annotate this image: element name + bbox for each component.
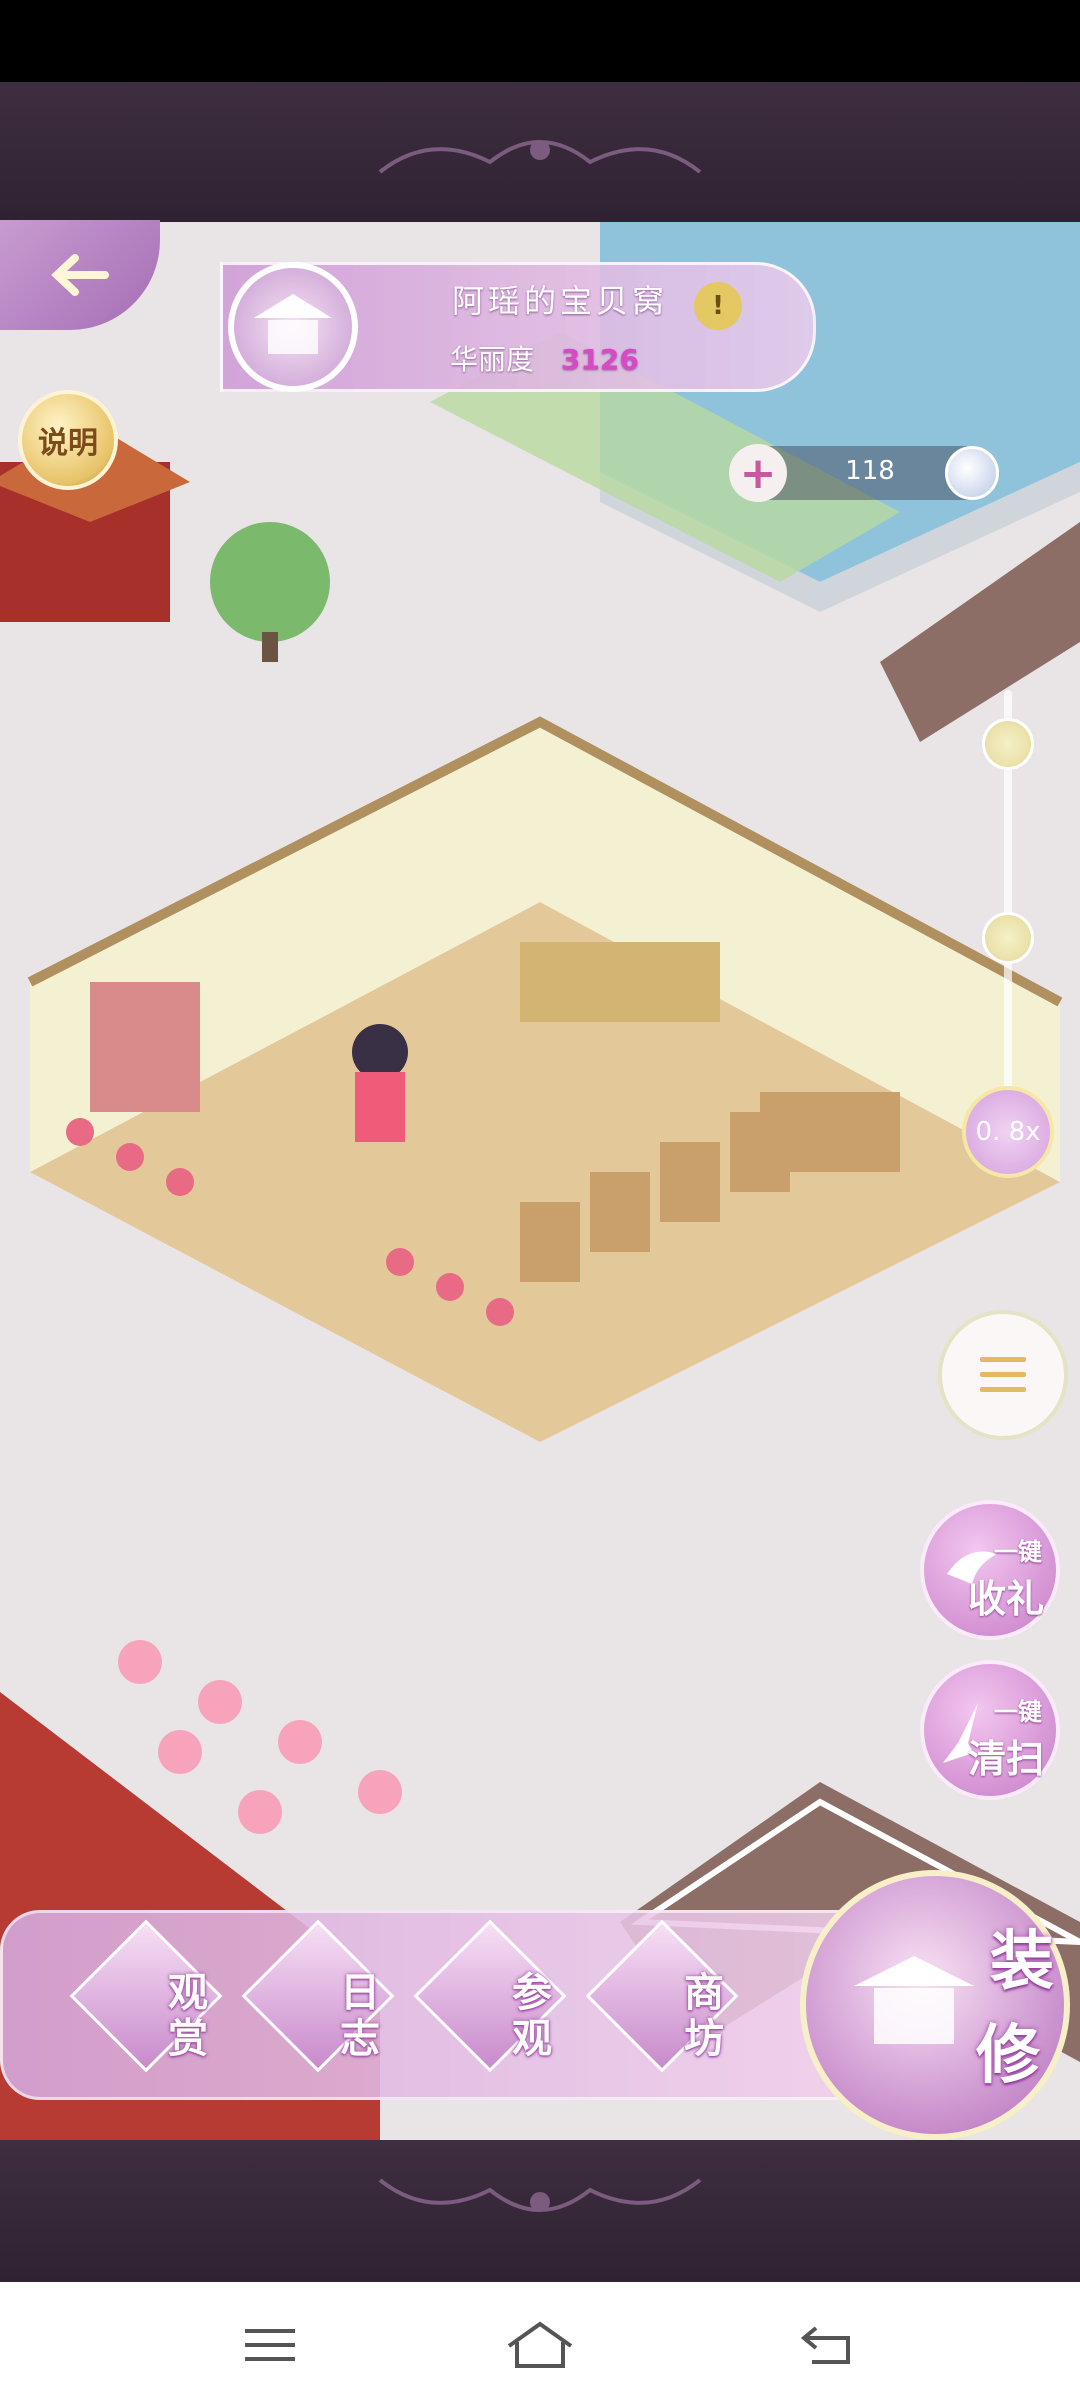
- back-icon: [800, 2326, 850, 2364]
- recents-button[interactable]: [220, 2302, 320, 2388]
- home-button[interactable]: [490, 2302, 590, 2388]
- clean-up-label: 清扫: [967, 1737, 1044, 1781]
- recents-icon: [245, 2329, 295, 2361]
- beauty-score: 华丽度 3126: [450, 338, 639, 378]
- currency-bar: + 118: [729, 444, 999, 502]
- decorate-label-2: 修: [976, 2019, 1040, 2093]
- isometric-garden: [0, 222, 1080, 2140]
- collect-gifts-label: 收礼: [967, 1577, 1044, 1621]
- beauty-score-label: 华丽度: [450, 343, 535, 376]
- bottom-frame: [0, 2140, 1080, 2282]
- home-avatar[interactable]: [228, 262, 358, 392]
- zoom-slider-stop[interactable]: [982, 912, 1034, 964]
- clean-up-button[interactable]: 一键 清扫: [920, 1660, 1060, 1800]
- info-badge[interactable]: !: [694, 282, 742, 330]
- pavilion-icon: [254, 294, 332, 354]
- game-scene[interactable]: [0, 222, 1080, 2140]
- currency-amount: 118: [845, 456, 895, 486]
- hamburger-icon: [980, 1357, 1026, 1392]
- collect-gifts-small-label: 一键: [994, 1538, 1042, 1566]
- journal-label-2: 志: [340, 2016, 380, 2062]
- visit-label-2: 观: [512, 2016, 552, 2062]
- ornament-bottom-icon: [378, 2178, 702, 2212]
- shop-button[interactable]: 商 坊: [585, 1919, 746, 2080]
- top-frame: [0, 82, 1080, 222]
- back-arrow-icon: [51, 254, 109, 296]
- add-currency-button[interactable]: +: [729, 444, 787, 502]
- zoom-level-indicator[interactable]: 0. 8x: [962, 1086, 1054, 1178]
- system-nav-bar: [0, 2282, 1080, 2408]
- clean-up-small-label: 一键: [994, 1698, 1042, 1726]
- journal-button[interactable]: 日 志: [241, 1919, 402, 2080]
- home-icon: [507, 2321, 573, 2368]
- currency-icon: [945, 446, 999, 500]
- help-button[interactable]: 说明: [18, 390, 118, 490]
- pavilion-icon: [854, 1956, 974, 2044]
- view-label-2: 赏: [168, 2016, 208, 2062]
- shop-label-2: 坊: [684, 2016, 724, 2062]
- view-button[interactable]: 观 赏: [69, 1919, 230, 2080]
- visit-button[interactable]: 参 观: [413, 1919, 574, 2080]
- decorate-label-1: 装: [990, 1925, 1054, 1999]
- menu-button[interactable]: [938, 1310, 1068, 1440]
- status-bar: [0, 0, 1080, 82]
- ornament-top-icon: [378, 140, 702, 174]
- zoom-slider-stop[interactable]: [982, 718, 1034, 770]
- home-title: 阿瑶的宝贝窝: [451, 282, 668, 320]
- decorate-button[interactable]: 装 修: [800, 1870, 1070, 2140]
- collect-gifts-button[interactable]: 一键 收礼: [920, 1500, 1060, 1640]
- beauty-score-value: 3126: [560, 343, 639, 376]
- back-nav-button[interactable]: [776, 2302, 876, 2388]
